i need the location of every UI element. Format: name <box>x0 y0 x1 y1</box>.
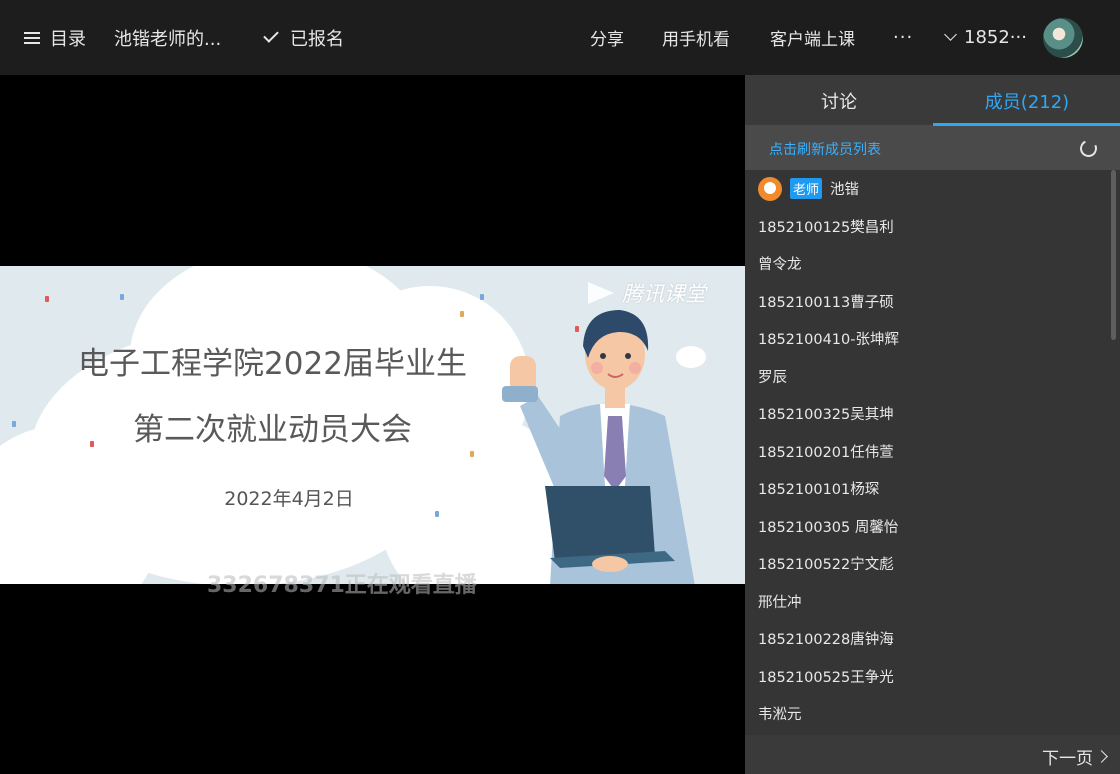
course-title[interactable]: 池锴老师的... <box>114 0 221 75</box>
catalog-menu-button[interactable]: 目录 <box>24 0 86 75</box>
list-item[interactable]: 1852100113曹子硕 <box>758 283 894 320</box>
top-bar: 目录 池锴老师的... 已报名 分享 用手机看 客户端上课 ··· 1852··… <box>0 0 1120 75</box>
tab-members[interactable]: 成员(212) <box>933 75 1120 126</box>
refresh-member-list-link[interactable]: 点击刷新成员列表 <box>769 139 881 159</box>
watch-on-mobile-button[interactable]: 用手机看 <box>662 0 730 75</box>
catalog-label: 目录 <box>50 28 86 50</box>
slide-title-line-1: 电子工程学院2022届毕业生 <box>78 346 467 382</box>
user-menu[interactable]: 1852··· <box>944 0 1027 75</box>
client-class-button[interactable]: 客户端上课 <box>770 0 855 75</box>
hamburger-icon <box>24 31 40 45</box>
list-item[interactable]: 1852100325吴其坤 <box>758 395 894 432</box>
next-page-button[interactable]: 下一页 <box>1042 744 1108 769</box>
teacher-avatar <box>758 176 782 201</box>
next-page-label: 下一页 <box>1042 749 1093 769</box>
watching-count-overlay: 332678371正在观看直播 <box>207 573 477 598</box>
list-item[interactable]: 1852100305 周馨怡 <box>758 508 898 545</box>
tab-members-label: 成员(212) <box>984 91 1070 113</box>
chevron-down-icon <box>944 28 957 41</box>
list-item[interactable]: 韦淞元 <box>758 695 802 732</box>
teacher-badge: 老师 <box>790 178 823 199</box>
list-item[interactable]: 1852100125樊昌利 <box>758 208 894 245</box>
list-item[interactable]: 邢仕冲 <box>758 583 802 620</box>
more-options-button[interactable]: ··· <box>893 0 913 75</box>
slide-title-line-2: 第二次就业动员大会 <box>133 412 412 448</box>
refresh-icon[interactable] <box>1077 137 1100 160</box>
share-button[interactable]: 分享 <box>590 0 624 75</box>
list-item[interactable]: 1852100101杨琛 <box>758 470 879 507</box>
scrollbar-thumb[interactable] <box>1111 170 1116 340</box>
user-id-label: 1852··· <box>964 27 1027 48</box>
list-item[interactable]: 1852100525王争光 <box>758 658 894 695</box>
tab-discussion[interactable]: 讨论 <box>745 75 933 126</box>
member-list[interactable]: 老师 池锴 1852100125樊昌利 曾令龙 1852100113曹子硕 18… <box>745 170 1107 735</box>
list-item[interactable]: 1852100201任伟萱 <box>758 433 894 470</box>
member-list-scrollbar[interactable] <box>1107 170 1120 735</box>
list-item[interactable]: 1852100228唐钟海 <box>758 620 894 657</box>
list-item-teacher[interactable]: 老师 池锴 <box>758 170 859 207</box>
refresh-member-list-bar[interactable]: 点击刷新成员列表 <box>745 126 1120 170</box>
presentation-slide: 腾讯课堂 电子工程学院2022届毕业生 第二次就业动员大会 2022年4月2日 <box>0 266 745 584</box>
list-item[interactable]: 曾令龙 <box>758 245 802 282</box>
list-item[interactable]: 罗辰 <box>758 358 787 395</box>
side-panel: 讨论 成员(212) 点击刷新成员列表 老师 池锴 1852100125樊昌利 … <box>745 75 1120 774</box>
enrolled-status[interactable]: 已报名 <box>263 0 344 75</box>
chevron-right-icon <box>1095 750 1108 763</box>
video-player[interactable]: 腾讯课堂 电子工程学院2022届毕业生 第二次就业动员大会 2022年4月2日 <box>0 75 745 774</box>
check-icon <box>263 27 279 43</box>
list-item[interactable]: 1852100410-张坤辉 <box>758 320 899 357</box>
user-avatar[interactable] <box>1043 18 1083 58</box>
list-item[interactable]: 1852100522宁文彪 <box>758 545 894 582</box>
member-name: 池锴 <box>830 182 860 198</box>
pagination-footer: 下一页 <box>745 735 1120 774</box>
enrolled-label: 已报名 <box>290 28 344 50</box>
panel-tabs: 讨论 成员(212) <box>745 75 1120 126</box>
presenter-illustration <box>502 310 695 584</box>
